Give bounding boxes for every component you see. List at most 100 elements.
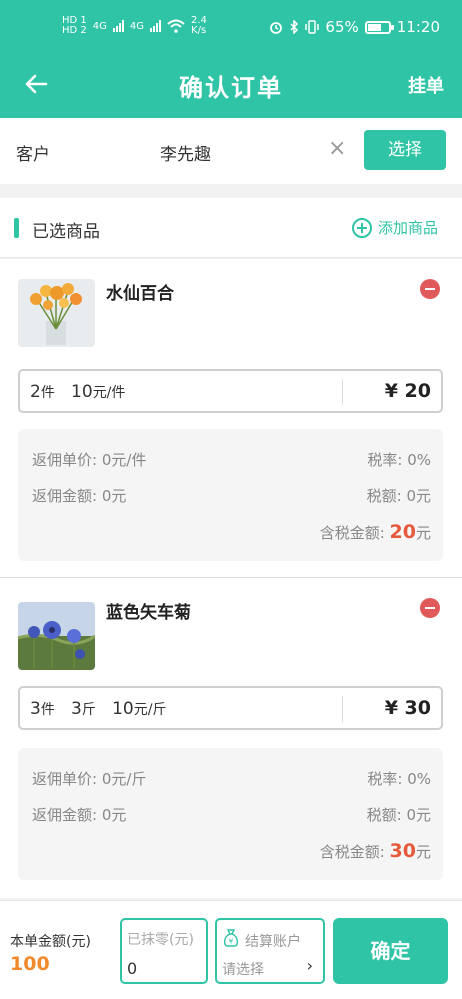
item-detail-panel: 返佣单价: 0元/件 税率: 0% 返佣金额: 0元 税额: 0元 含税金额: … [18, 429, 443, 561]
quantity-text: 3件 3斤 10元/斤 [30, 699, 166, 719]
tax-label: 税额: [366, 806, 402, 824]
bottom-bar: 本单金额(元) 100 已抹零(元) 0 ¥ 结算账户 请选择 › 确定 [0, 900, 462, 999]
item-detail-panel: 返佣单价: 0元/斤 税率: 0% 返佣金额: 0元 税额: 0元 含税金额: … [18, 748, 443, 880]
clear-customer-icon[interactable]: × [328, 138, 346, 160]
choose-customer-button[interactable]: 选择 [364, 130, 446, 170]
discount-placeholder: 已抹零(元) [127, 932, 194, 948]
tax-rate-value: 0% [407, 770, 431, 788]
customer-name: 李先趣 [160, 145, 211, 165]
rebate-amount-label: 返佣金额: [32, 806, 98, 824]
wifi-icon [167, 19, 185, 33]
weight-unit: 斤 [81, 702, 96, 718]
product-image [18, 602, 95, 670]
tax-rate-row: 税率: 0% [367, 768, 431, 789]
product-name: 水仙百合 [106, 284, 174, 304]
hang-order-button[interactable]: 挂单 [408, 72, 444, 98]
add-goods-label: 添加商品 [377, 219, 438, 237]
net-speed: 2.4 K/s [191, 16, 207, 36]
tax-rate-value: 0% [407, 451, 431, 469]
rebate-price-value: 0元/斤 [101, 770, 147, 788]
divider [342, 379, 343, 405]
unit-price-unit: 元/件 [92, 385, 126, 401]
rebate-price-label: 返佣单价: [32, 451, 98, 469]
unit-price-value: 10 [112, 699, 134, 719]
weight-value: 3 [71, 699, 82, 719]
tax-label: 税额: [366, 487, 402, 505]
settlement-account-select[interactable]: ¥ 结算账户 请选择 › [215, 918, 325, 984]
unit-price-value: 10 [71, 382, 93, 402]
product-name: 蓝色矢车菊 [106, 603, 191, 623]
rebate-amount-value: 0元 [101, 487, 127, 505]
net2-text: 4G [129, 20, 145, 32]
divider [342, 696, 343, 722]
taxed-total-unit: 元 [415, 843, 431, 861]
section-accent-bar [14, 218, 19, 238]
tax-rate-label: 税率: [367, 770, 403, 788]
hd-bottom-text: HD 2 [62, 25, 87, 36]
rebate-price-label: 返佣单价: [32, 770, 98, 788]
order-amount-value: 100 [10, 953, 50, 975]
qty-unit: 件 [40, 385, 55, 401]
qty-value: 3 [30, 699, 41, 719]
signal-icon-2 [150, 20, 162, 32]
product-image [18, 279, 95, 347]
status-bar: HD 1 HD 2 4G 4G 2.4 K/s 65% 11:20 [0, 0, 462, 58]
battery-icon [364, 20, 394, 34]
taxed-total-label: 含税金额: [319, 843, 385, 861]
bluetooth-icon [290, 20, 299, 34]
status-right: 65% 11:20 [269, 18, 440, 36]
rebate-amount-row: 返佣金额: 0元 [32, 804, 126, 825]
tax-rate-label: 税率: [367, 451, 403, 469]
account-label: 结算账户 [245, 934, 301, 950]
taxed-total-label: 含税金额: [319, 524, 385, 542]
vibrate-icon [305, 20, 320, 34]
alarm-icon [270, 22, 283, 34]
remove-item-icon[interactable] [420, 598, 440, 618]
selected-goods-title: 已选商品 [32, 222, 100, 242]
quantity-price-box[interactable]: 3件 3斤 10元/斤 ¥ 30 [18, 686, 443, 730]
quantity-text: 2件 10元/件 [30, 382, 125, 402]
clock-text: 11:20 [396, 18, 440, 36]
taxed-total-row: 含税金额: 30元 [320, 840, 431, 862]
taxed-total-value: 30 [389, 840, 416, 862]
tax-amount-row: 税额: 0元 [367, 804, 431, 825]
line-total: ¥ 20 [384, 380, 431, 402]
taxed-total-row: 含税金额: 20元 [320, 521, 431, 543]
taxed-total-unit: 元 [415, 524, 431, 542]
account-placeholder: 请选择 [222, 962, 264, 978]
rebate-price-row: 返佣单价: 0元/斤 [32, 768, 146, 789]
remove-item-icon[interactable] [420, 279, 440, 299]
add-goods-button[interactable]: 添加商品 [351, 217, 438, 238]
rebate-amount-value: 0元 [101, 806, 127, 824]
battery-percent: 65% [325, 18, 359, 36]
speed-unit: K/s [191, 25, 207, 36]
rebate-amount-label: 返佣金额: [32, 487, 98, 505]
customer-row: 客户 李先趣 × 选择 [0, 118, 462, 184]
discount-value: 0 [127, 959, 138, 978]
page-title: 确认订单 [179, 74, 283, 102]
tax-value: 0元 [406, 806, 431, 824]
status-left: HD 1 HD 2 4G 4G 2.4 K/s [62, 16, 207, 36]
confirm-button[interactable]: 确定 [333, 918, 448, 984]
svg-text:¥: ¥ [229, 938, 234, 946]
qty-unit: 件 [40, 702, 55, 718]
add-circle-icon [351, 217, 372, 238]
rebate-price-value: 0元/件 [101, 451, 147, 469]
rebate-price-row: 返佣单价: 0元/件 [32, 449, 146, 470]
chevron-right-icon: › [306, 956, 313, 975]
qty-value: 2 [30, 382, 41, 402]
discount-input[interactable]: 已抹零(元) 0 [120, 918, 208, 984]
header: 确认订单 挂单 [0, 58, 462, 118]
top-bar: HD 1 HD 2 4G 4G 2.4 K/s 65% 11:20 确认订单 挂… [0, 0, 462, 118]
customer-label: 客户 [16, 145, 50, 165]
line-total: ¥ 30 [384, 697, 431, 719]
goods-item: 水仙百合 2件 10元/件 ¥ 20 返佣单价: 0元/件 税率: 0% 返佣金… [0, 259, 462, 577]
rebate-amount-row: 返佣金额: 0元 [32, 485, 126, 506]
quantity-price-box[interactable]: 2件 10元/件 ¥ 20 [18, 369, 443, 413]
net1-text: 4G [92, 20, 107, 32]
goods-item: 蓝色矢车菊 3件 3斤 10元/斤 ¥ 30 返佣单价: 0元/斤 税率: 0%… [0, 578, 462, 898]
money-bag-icon: ¥ [223, 929, 239, 947]
signal-icon [112, 20, 124, 32]
tax-amount-row: 税额: 0元 [367, 485, 431, 506]
unit-price-unit: 元/斤 [133, 702, 167, 718]
